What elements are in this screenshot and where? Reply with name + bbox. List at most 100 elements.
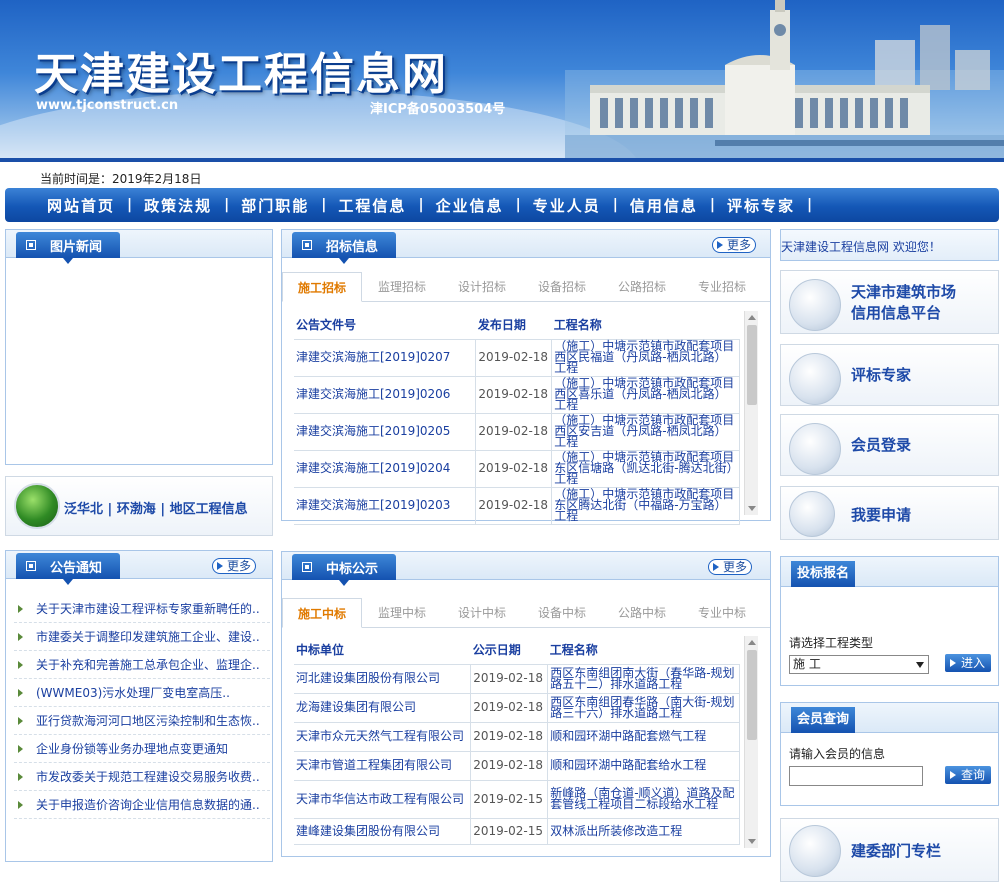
region-info-banner[interactable]: 泛华北 | 环渤海 | 地区工程信息	[5, 476, 273, 536]
table-row[interactable]: 津建交滨海施工[2019]0205 2019-02-18 （施工）中塘示范镇市政…	[294, 413, 740, 451]
nav-enterprise-info[interactable]: 企业信息	[424, 195, 516, 216]
subtab-construction-award[interactable]: 施工中标	[282, 598, 362, 628]
table-row[interactable]: 津建交滨海施工[2019]0206 2019-02-18 （施工）中塘示范镇市政…	[294, 376, 740, 414]
award-scrollbar[interactable]	[744, 636, 758, 848]
project-name[interactable]: 西区东南组团春华路（南大街-规划路三十六）排水道路工程	[547, 693, 740, 723]
globe-icon	[14, 483, 60, 529]
subtab-design-award[interactable]: 设计中标	[442, 598, 522, 627]
notice-item[interactable]: 亚行贷款海河河口地区污染控制和生态恢..	[14, 707, 270, 735]
winning-company[interactable]: 天津市管道工程集团有限公司	[294, 751, 472, 781]
chevron-down-icon	[916, 662, 924, 668]
table-row[interactable]: 天津市众元天然气工程有限公司 2019-02-18 顺和园环湖中路配套燃气工程	[294, 722, 740, 752]
scroll-up-arrow-icon[interactable]	[748, 640, 756, 645]
table-row[interactable]: 津建交滨海施工[2019]0207 2019-02-18 （施工）中塘示范镇市政…	[294, 339, 740, 377]
project-name[interactable]: 西区东南组团南大街（春华路-规划路五十二）排水道路工程	[547, 664, 740, 694]
winning-company[interactable]: 天津市众元天然气工程有限公司	[294, 722, 472, 752]
subtab-special-bid[interactable]: 专业招标	[682, 272, 762, 301]
header-banner: 天津建设工程信息网 www.tjconstruct.cn 津ICP备050035…	[0, 0, 1004, 162]
project-type-select[interactable]: 施 工	[789, 655, 929, 674]
bidding-more-button[interactable]: 更多	[712, 237, 757, 253]
project-name[interactable]: 顺和园环湖中路配套给水工程	[547, 751, 740, 781]
award-more-button[interactable]: 更多	[708, 559, 753, 575]
photo-news-tab[interactable]: 图片新闻	[16, 232, 121, 264]
bidding-tab[interactable]: 招标信息	[292, 232, 397, 264]
table-row[interactable]: 天津市管道工程集团有限公司 2019-02-18 顺和园环湖中路配套给水工程	[294, 751, 740, 781]
bidding-panel: 招标信息 更多 施工招标 监理招标 设计招标 设备招标 公路招标 专业招标 公告…	[281, 229, 771, 525]
winning-company[interactable]: 龙海建设集团有限公司	[294, 693, 472, 723]
subtab-design-bid[interactable]: 设计招标	[442, 272, 522, 301]
doc-number[interactable]: 津建交滨海施工[2019]0203	[294, 487, 477, 525]
project-name[interactable]: 双林派出所装修改造工程	[547, 818, 740, 845]
nav-policy[interactable]: 政策法规	[132, 195, 224, 216]
project-name[interactable]: （施工）中塘示范镇市政配套项目东区信塘路（凯达北街-腾达北街）工程	[551, 450, 740, 488]
subtab-highway-award[interactable]: 公路中标	[602, 598, 682, 627]
member-query-input[interactable]	[789, 766, 923, 786]
notice-item[interactable]: 关于补充和完善施工总承包企业、监理企..	[14, 651, 270, 679]
notice-item[interactable]: 市发改委关于规范工程建设交易服务收费..	[14, 763, 270, 791]
subtab-construction-bid[interactable]: 施工招标	[282, 272, 362, 302]
bidding-scrollbar[interactable]	[744, 311, 758, 515]
notice-item[interactable]: (WWME03)污水处理厂变电室高压..	[14, 679, 270, 707]
expert-tile[interactable]: 评标专家	[780, 344, 999, 406]
notice-item[interactable]: 关于申报造价咨询企业信用信息数据的通..	[14, 791, 270, 819]
nav-home[interactable]: 网站首页	[35, 195, 127, 216]
nav-experts[interactable]: 评标专家	[715, 195, 807, 216]
table-row[interactable]: 龙海建设集团有限公司 2019-02-18 西区东南组团春华路（南大街-规划路三…	[294, 693, 740, 723]
subtab-equipment-bid[interactable]: 设备招标	[522, 272, 602, 301]
tab-pointer	[339, 580, 349, 586]
query-button[interactable]: 查询	[945, 766, 992, 784]
subtab-equipment-award[interactable]: 设备中标	[522, 598, 602, 627]
project-name[interactable]: （施工）中塘示范镇市政配套项目东区腾达北街（中福路-万宝路）工程	[551, 487, 740, 525]
doc-number[interactable]: 津建交滨海施工[2019]0207	[294, 339, 477, 377]
scroll-down-arrow-icon[interactable]	[748, 506, 756, 511]
bid-signup-title: 投标报名	[791, 561, 856, 587]
scroll-thumb[interactable]	[747, 650, 757, 740]
scroll-down-arrow-icon[interactable]	[748, 839, 756, 844]
subtab-supervision-award[interactable]: 监理中标	[362, 598, 442, 627]
subtab-supervision-bid[interactable]: 监理招标	[362, 272, 442, 301]
notice-item[interactable]: 关于天津市建设工程评标专家重新聘任的..	[14, 595, 270, 623]
announce-date: 2019-02-15	[470, 818, 549, 845]
subtab-special-award[interactable]: 专业中标	[682, 598, 762, 627]
project-type-selected: 施 工	[793, 657, 821, 671]
project-name[interactable]: 新峰路（南仓道-顺义道）道路及配套管线工程项目二标段给水工程	[547, 780, 740, 819]
award-tab[interactable]: 中标公示	[292, 554, 397, 586]
member-query-title: 会员查询	[791, 707, 856, 733]
winning-company[interactable]: 建峰建设集团股份有限公司	[294, 818, 472, 845]
nav-dept-functions[interactable]: 部门职能	[229, 195, 321, 216]
project-name[interactable]: （施工）中塘示范镇市政配套项目西区安吉道（丹凤路-栖凤北路）工程	[551, 413, 740, 451]
section-icon	[302, 240, 312, 250]
member-query-prompt: 请输入会员的信息	[789, 747, 886, 761]
bid-signup-box: 投标报名 请选择工程类型 施 工 进入	[780, 556, 999, 686]
project-name[interactable]: （施工）中塘示范镇市政配套项目西区喜乐道（丹凤路-栖凤北路）工程	[551, 376, 740, 414]
notice-item[interactable]: 市建委关于调整印发建筑施工企业、建设..	[14, 623, 270, 651]
nav-professionals[interactable]: 专业人员	[521, 195, 613, 216]
credit-platform-tile[interactable]: 天津市建筑市场 信用信息平台	[780, 270, 999, 334]
doc-number[interactable]: 津建交滨海施工[2019]0206	[294, 376, 477, 414]
table-row[interactable]: 津建交滨海施工[2019]0204 2019-02-18 （施工）中塘示范镇市政…	[294, 450, 740, 488]
notice-item[interactable]: 企业身份锁等业务办理地点变更通知	[14, 735, 270, 763]
nav-credit-info[interactable]: 信用信息	[618, 195, 710, 216]
enter-button[interactable]: 进入	[945, 654, 992, 672]
dept-column-tile[interactable]: 建委部门专栏	[780, 818, 999, 882]
table-header-row: 中标单位 公示日期 工程名称	[294, 636, 740, 665]
table-row[interactable]: 河北建设集团股份有限公司 2019-02-18 西区东南组团南大街（春华路-规划…	[294, 664, 740, 694]
scroll-thumb[interactable]	[747, 325, 757, 405]
notices-tab[interactable]: 公告通知	[16, 553, 121, 585]
table-row[interactable]: 建峰建设集团股份有限公司 2019-02-15 双林派出所装修改造工程	[294, 818, 740, 845]
project-name[interactable]: （施工）中塘示范镇市政配套项目西区民福道（丹凤路-栖凤北路）工程	[551, 339, 740, 377]
scroll-up-arrow-icon[interactable]	[748, 315, 756, 320]
winning-company[interactable]: 河北建设集团股份有限公司	[294, 664, 472, 694]
table-row[interactable]: 天津市华信达市政工程有限公司 2019-02-15 新峰路（南仓道-顺义道）道路…	[294, 780, 740, 819]
winning-company[interactable]: 天津市华信达市政工程有限公司	[294, 780, 472, 819]
notices-more-button[interactable]: 更多	[212, 558, 257, 574]
table-row[interactable]: 津建交滨海施工[2019]0203 2019-02-18 （施工）中塘示范镇市政…	[294, 487, 740, 525]
project-name[interactable]: 顺和园环湖中路配套燃气工程	[547, 722, 740, 752]
nav-project-info[interactable]: 工程信息	[326, 195, 418, 216]
doc-number[interactable]: 津建交滨海施工[2019]0204	[294, 450, 477, 488]
publish-date: 2019-02-18	[475, 487, 553, 525]
subtab-highway-bid[interactable]: 公路招标	[602, 272, 682, 301]
doc-number[interactable]: 津建交滨海施工[2019]0205	[294, 413, 477, 451]
member-login-tile[interactable]: 会员登录	[780, 414, 999, 476]
apply-tile[interactable]: 我要申请	[780, 486, 999, 540]
